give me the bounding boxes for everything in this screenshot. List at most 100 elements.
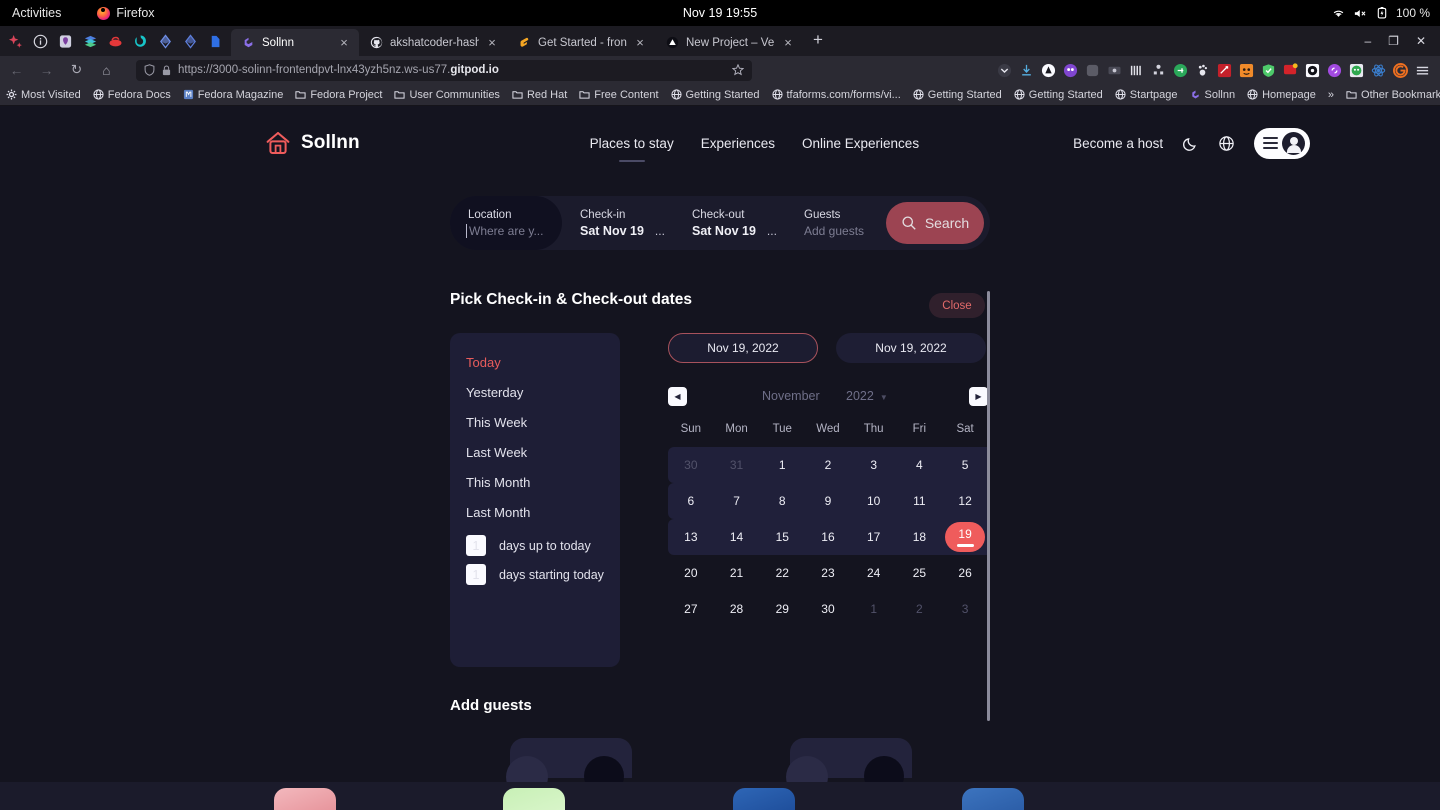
listing-card[interactable] xyxy=(274,788,336,810)
columns-icon[interactable] xyxy=(1129,63,1144,78)
minimize-button[interactable]: – xyxy=(1364,34,1371,48)
red-notification-icon[interactable] xyxy=(1283,62,1298,78)
year-select[interactable]: 2022 ▼ xyxy=(846,389,888,403)
blue-doc-icon[interactable] xyxy=(208,34,223,49)
day-cell[interactable]: 2 xyxy=(897,591,943,627)
bookmark-most-visited[interactable]: Most Visited xyxy=(6,89,81,101)
guests-input[interactable]: Add guests xyxy=(804,224,886,238)
dark-circle-icon[interactable] xyxy=(1305,63,1320,78)
account-icon[interactable] xyxy=(1041,63,1056,78)
new-tab-button[interactable]: + xyxy=(803,30,833,53)
day-cell[interactable]: 10 xyxy=(850,483,897,519)
guest-card[interactable] xyxy=(786,738,912,798)
bitwarden-icon[interactable] xyxy=(58,34,73,49)
grammarly-icon[interactable] xyxy=(1393,62,1408,78)
red-tool-icon[interactable] xyxy=(1217,63,1232,78)
day-cell[interactable]: 8 xyxy=(759,483,806,519)
day-cell[interactable]: 18 xyxy=(896,519,943,555)
search-guests-field[interactable]: Guests Add guests xyxy=(786,196,886,250)
shortcut-yesterday[interactable]: Yesterday xyxy=(466,385,620,400)
nav-online-experiences[interactable]: Online Experiences xyxy=(802,136,919,151)
day-cell[interactable]: 17 xyxy=(850,519,897,555)
day-cell[interactable]: 23 xyxy=(805,555,851,591)
day-cell[interactable]: 1 xyxy=(759,447,806,483)
active-app-indicator[interactable]: Firefox xyxy=(97,6,155,20)
bookmark-free-content[interactable]: Free Content xyxy=(579,89,659,101)
purple-link-icon[interactable] xyxy=(1327,63,1342,78)
bookmarks-overflow-button[interactable]: » xyxy=(1328,89,1334,101)
search-checkin-field[interactable]: Check-in Sat Nov 19 ... xyxy=(562,196,674,250)
back-button[interactable]: ← xyxy=(8,63,25,78)
tab-close-icon[interactable]: × xyxy=(338,36,350,49)
shortcut-last-week[interactable]: Last Week xyxy=(466,445,620,460)
become-a-host-link[interactable]: Become a host xyxy=(1073,136,1163,151)
days-up-to-today-input[interactable]: 1 xyxy=(466,535,486,556)
activities-button[interactable]: Activities xyxy=(12,6,61,20)
checkout-date-chip[interactable]: Nov 19, 2022 xyxy=(836,333,986,363)
day-cell[interactable]: 3 xyxy=(942,591,988,627)
tiger-icon[interactable] xyxy=(1239,63,1254,78)
theme-toggle-button[interactable] xyxy=(1182,135,1199,152)
guest-card[interactable] xyxy=(506,738,632,798)
tab-vercel[interactable]: New Project – Vercel × xyxy=(655,29,803,56)
maximize-button[interactable]: ❐ xyxy=(1388,34,1399,48)
day-cell[interactable]: 3 xyxy=(850,447,897,483)
bookmark-startpage[interactable]: Startpage xyxy=(1115,89,1178,101)
tab-close-icon[interactable]: × xyxy=(782,36,794,49)
app-menu-icon[interactable] xyxy=(1415,63,1430,78)
tab-sollnn[interactable]: Sollnn × xyxy=(231,29,359,56)
next-month-button[interactable]: ▶ xyxy=(969,386,988,406)
day-cell[interactable]: 25 xyxy=(897,555,943,591)
bookmark-fedora-docs[interactable]: Fedora Docs xyxy=(93,89,171,101)
day-cell[interactable]: 30 xyxy=(668,447,714,483)
lock-icon[interactable] xyxy=(162,65,171,76)
day-cell[interactable]: 20 xyxy=(668,555,714,591)
shortcut-last-month[interactable]: Last Month xyxy=(466,505,620,520)
day-cell[interactable]: 12 xyxy=(942,483,988,519)
reload-button[interactable]: ↻ xyxy=(68,62,85,78)
os-clock[interactable]: Nov 19 19:55 xyxy=(683,6,757,20)
star-icon[interactable] xyxy=(732,64,744,76)
info-circle-icon[interactable] xyxy=(33,34,48,49)
green-shield-icon[interactable] xyxy=(1261,63,1276,78)
bookmark-fedora-project[interactable]: Fedora Project xyxy=(295,89,382,101)
ghost-extension-icon[interactable] xyxy=(1063,63,1078,78)
other-bookmarks-button[interactable]: Other Bookmarks xyxy=(1346,89,1440,101)
mattermost-icon[interactable] xyxy=(133,34,148,49)
bookmark-user-communities[interactable]: User Communities xyxy=(394,89,500,101)
listing-card[interactable] xyxy=(962,788,1024,810)
search-location-field[interactable]: Location Where are y... xyxy=(450,196,562,250)
account-menu-button[interactable] xyxy=(1254,127,1311,159)
day-cell[interactable]: 13 xyxy=(668,519,714,555)
shield-icon[interactable] xyxy=(144,64,155,76)
forward-button[interactable]: → xyxy=(38,63,55,78)
day-cell[interactable]: 4 xyxy=(896,447,943,483)
day-cell[interactable]: 24 xyxy=(851,555,897,591)
listing-card[interactable] xyxy=(733,788,795,810)
shortcut-this-month[interactable]: This Month xyxy=(466,475,620,490)
day-cell[interactable]: 22 xyxy=(759,555,805,591)
diamond-icon-2[interactable] xyxy=(183,33,198,49)
bookmark-homepage[interactable]: Homepage xyxy=(1247,89,1316,101)
person-tree-icon[interactable] xyxy=(1151,63,1166,78)
day-cell[interactable]: 26 xyxy=(942,555,988,591)
search-button[interactable]: Search xyxy=(886,202,984,244)
month-select[interactable]: November xyxy=(762,389,820,403)
tab-github-repo[interactable]: akshatcoder-hash/fronten × xyxy=(359,29,507,56)
tab-get-started[interactable]: Get Started - frontend-pv × xyxy=(507,29,655,56)
video-icon[interactable] xyxy=(1107,63,1122,78)
day-cell[interactable]: 5 xyxy=(942,447,988,483)
bookmark-getting-started-2[interactable]: Getting Started xyxy=(913,89,1002,101)
sparkle-icon[interactable] xyxy=(8,34,23,49)
day-cell[interactable]: 2 xyxy=(805,447,851,483)
os-status-area[interactable]: 100 % xyxy=(1332,6,1430,20)
tab-close-icon[interactable]: × xyxy=(634,36,646,49)
shortcut-this-week[interactable]: This Week xyxy=(466,415,620,430)
page-scrollbar[interactable] xyxy=(987,291,990,721)
bookmark-red-hat[interactable]: Red Hat xyxy=(512,89,567,101)
day-cell[interactable]: 30 xyxy=(805,591,851,627)
bookmark-sollnn[interactable]: Sollnn xyxy=(1190,89,1235,101)
day-cell[interactable]: 29 xyxy=(759,591,805,627)
days-starting-today-input[interactable]: 1 xyxy=(466,564,486,585)
day-cell[interactable]: 7 xyxy=(713,483,760,519)
